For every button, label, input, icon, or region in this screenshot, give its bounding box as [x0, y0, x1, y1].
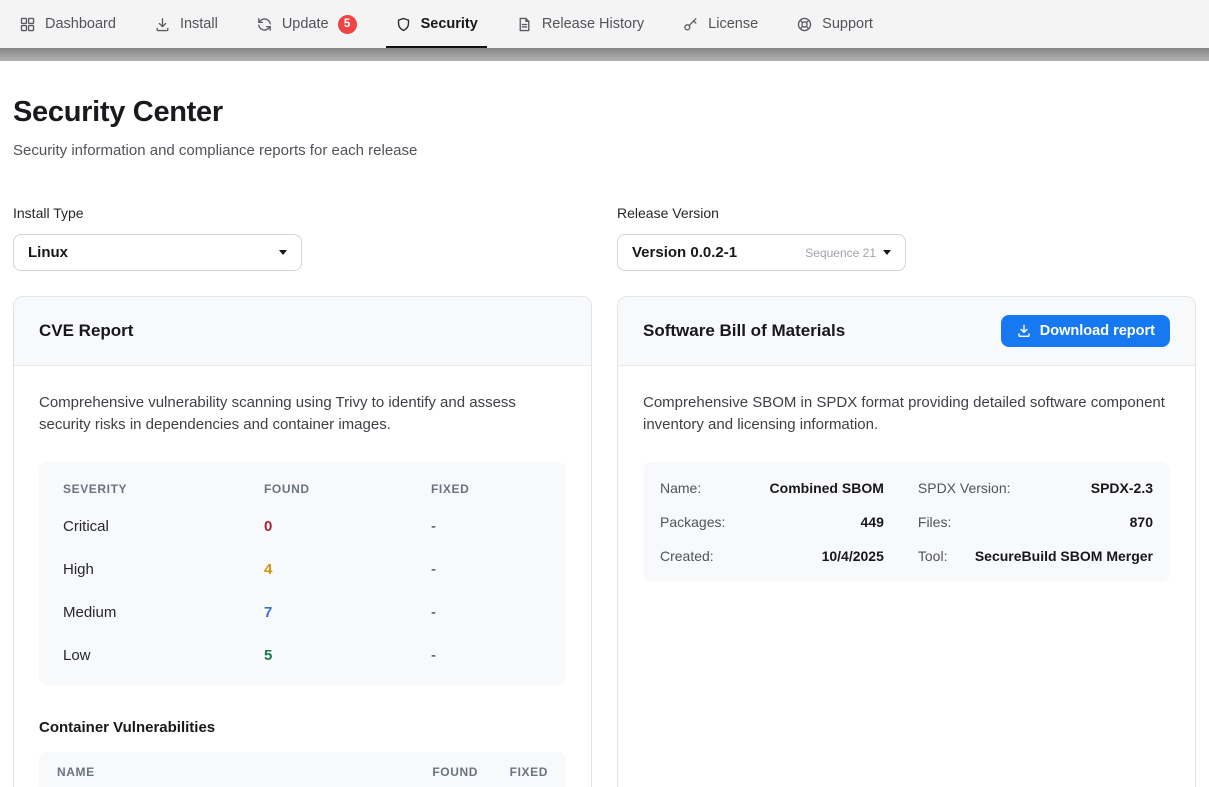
nav-label: Release History [542, 16, 644, 32]
found-count: 4 [264, 561, 431, 578]
sbom-card: Software Bill of Materials Download repo… [617, 296, 1196, 787]
nav-label: License [708, 16, 758, 32]
table-row-critical: Critical 0 - [39, 505, 566, 548]
sbom-body: Comprehensive SBOM in SPDX format provid… [618, 366, 1195, 608]
top-nav: Dashboard Install Update 5 Security Rele… [0, 0, 1209, 48]
container-vulnerabilities-title: Container Vulnerabilities [39, 719, 566, 736]
sbom-name-value: Combined SBOM [770, 480, 884, 496]
cve-report-title: CVE Report [39, 321, 133, 341]
nav-tab-support[interactable]: Support [783, 0, 886, 48]
severity-label: Medium [63, 604, 264, 621]
severity-label: Low [63, 647, 264, 664]
download-report-button[interactable]: Download report [1001, 315, 1170, 347]
install-type-select[interactable]: Linux [13, 234, 302, 271]
table-row: Created: 10/4/2025 Tool: SecureBuild SBO… [660, 539, 1153, 573]
sbom-created-value: 10/4/2025 [822, 548, 884, 564]
report-cards-row: CVE Report Comprehensive vulnerability s… [13, 296, 1196, 787]
table-row-medium: Medium 7 - [39, 591, 566, 634]
nav-label: Support [822, 16, 873, 32]
security-center-page: Security Center Security information and… [0, 96, 1209, 787]
nav-tab-dashboard[interactable]: Dashboard [6, 0, 129, 48]
nav-tab-release-history[interactable]: Release History [503, 0, 657, 48]
container-vulnerabilities-table-header: NAME FOUND FIXED [39, 752, 566, 787]
name-column-header: NAME [57, 765, 431, 779]
cve-report-header: CVE Report [14, 297, 591, 366]
nav-label: Update [282, 16, 329, 32]
found-count: 0 [264, 518, 431, 535]
release-version-select[interactable]: Version 0.0.2-1 Sequence 21 [617, 234, 906, 271]
severity-label: High [63, 561, 264, 578]
cve-report-body: Comprehensive vulnerability scanning usi… [14, 366, 591, 787]
found-count: 5 [264, 647, 431, 664]
sbom-created-label: Created: [660, 548, 714, 564]
install-type-label: Install Type [13, 205, 592, 221]
found-column-header: FOUND [431, 765, 478, 779]
nav-tab-install[interactable]: Install [141, 0, 231, 48]
sbom-files-value: 870 [1130, 514, 1153, 530]
install-icon [154, 16, 171, 33]
release-history-icon [516, 16, 533, 33]
sbom-tool-value: SecureBuild SBOM Merger [975, 548, 1153, 564]
table-row: Name: Combined SBOM SPDX Version: SPDX-2… [660, 471, 1153, 505]
sbom-description: Comprehensive SBOM in SPDX format provid… [643, 392, 1170, 436]
severity-table: SEVERITY FOUND FIXED Critical 0 - High 4… [39, 462, 566, 685]
release-version-label: Release Version [617, 205, 1196, 221]
download-icon [1016, 323, 1032, 339]
sbom-spdx-version-value: SPDX-2.3 [1091, 480, 1153, 496]
page-subtitle: Security information and compliance repo… [13, 142, 1196, 159]
found-column-header: FOUND [264, 482, 431, 496]
fixed-column-header: FIXED [478, 765, 548, 779]
release-sequence-label: Sequence 21 [805, 246, 876, 260]
fixed-count: - [431, 647, 566, 664]
table-row: Packages: 449 Files: 870 [660, 505, 1153, 539]
license-key-icon [682, 16, 699, 33]
fixed-count: - [431, 561, 566, 578]
sbom-spdx-version-label: SPDX Version: [918, 480, 1011, 496]
dashboard-icon [19, 16, 36, 33]
update-icon [256, 16, 273, 33]
fixed-count: - [431, 604, 566, 621]
security-shield-icon [395, 16, 412, 33]
cve-report-description: Comprehensive vulnerability scanning usi… [39, 392, 566, 436]
page-title: Security Center [13, 96, 1196, 129]
window-divider-band [0, 48, 1209, 61]
nav-label: Security [421, 16, 478, 32]
nav-tab-license[interactable]: License [669, 0, 771, 48]
sbom-title: Software Bill of Materials [643, 321, 845, 341]
severity-label: Critical [63, 518, 264, 535]
table-row-low: Low 5 - [39, 634, 566, 677]
filters-row: Install Type Linux Release Version Versi… [13, 205, 1196, 271]
nav-tab-security[interactable]: Security [382, 0, 491, 48]
sbom-packages-value: 449 [861, 514, 884, 530]
severity-table-header: SEVERITY FOUND FIXED [39, 468, 566, 505]
nav-label: Dashboard [45, 16, 116, 32]
chevron-down-icon [279, 250, 287, 255]
sbom-header: Software Bill of Materials Download repo… [618, 297, 1195, 366]
severity-column-header: SEVERITY [63, 482, 264, 496]
release-version-value: Version 0.0.2-1 [632, 244, 805, 261]
update-count-badge: 5 [338, 15, 357, 34]
sbom-details-table: Name: Combined SBOM SPDX Version: SPDX-2… [643, 462, 1170, 582]
sbom-name-label: Name: [660, 480, 701, 496]
cve-report-card: CVE Report Comprehensive vulnerability s… [13, 296, 592, 787]
sbom-tool-label: Tool: [918, 548, 948, 564]
nav-tab-update[interactable]: Update 5 [243, 0, 370, 48]
fixed-count: - [431, 518, 566, 535]
download-report-label: Download report [1040, 323, 1155, 339]
fixed-column-header: FIXED [431, 482, 566, 496]
chevron-down-icon [883, 250, 891, 255]
support-lifebuoy-icon [796, 16, 813, 33]
sbom-packages-label: Packages: [660, 514, 725, 530]
install-type-value: Linux [28, 244, 279, 261]
table-row-high: High 4 - [39, 548, 566, 591]
nav-label: Install [180, 16, 218, 32]
sbom-files-label: Files: [918, 514, 951, 530]
found-count: 7 [264, 604, 431, 621]
